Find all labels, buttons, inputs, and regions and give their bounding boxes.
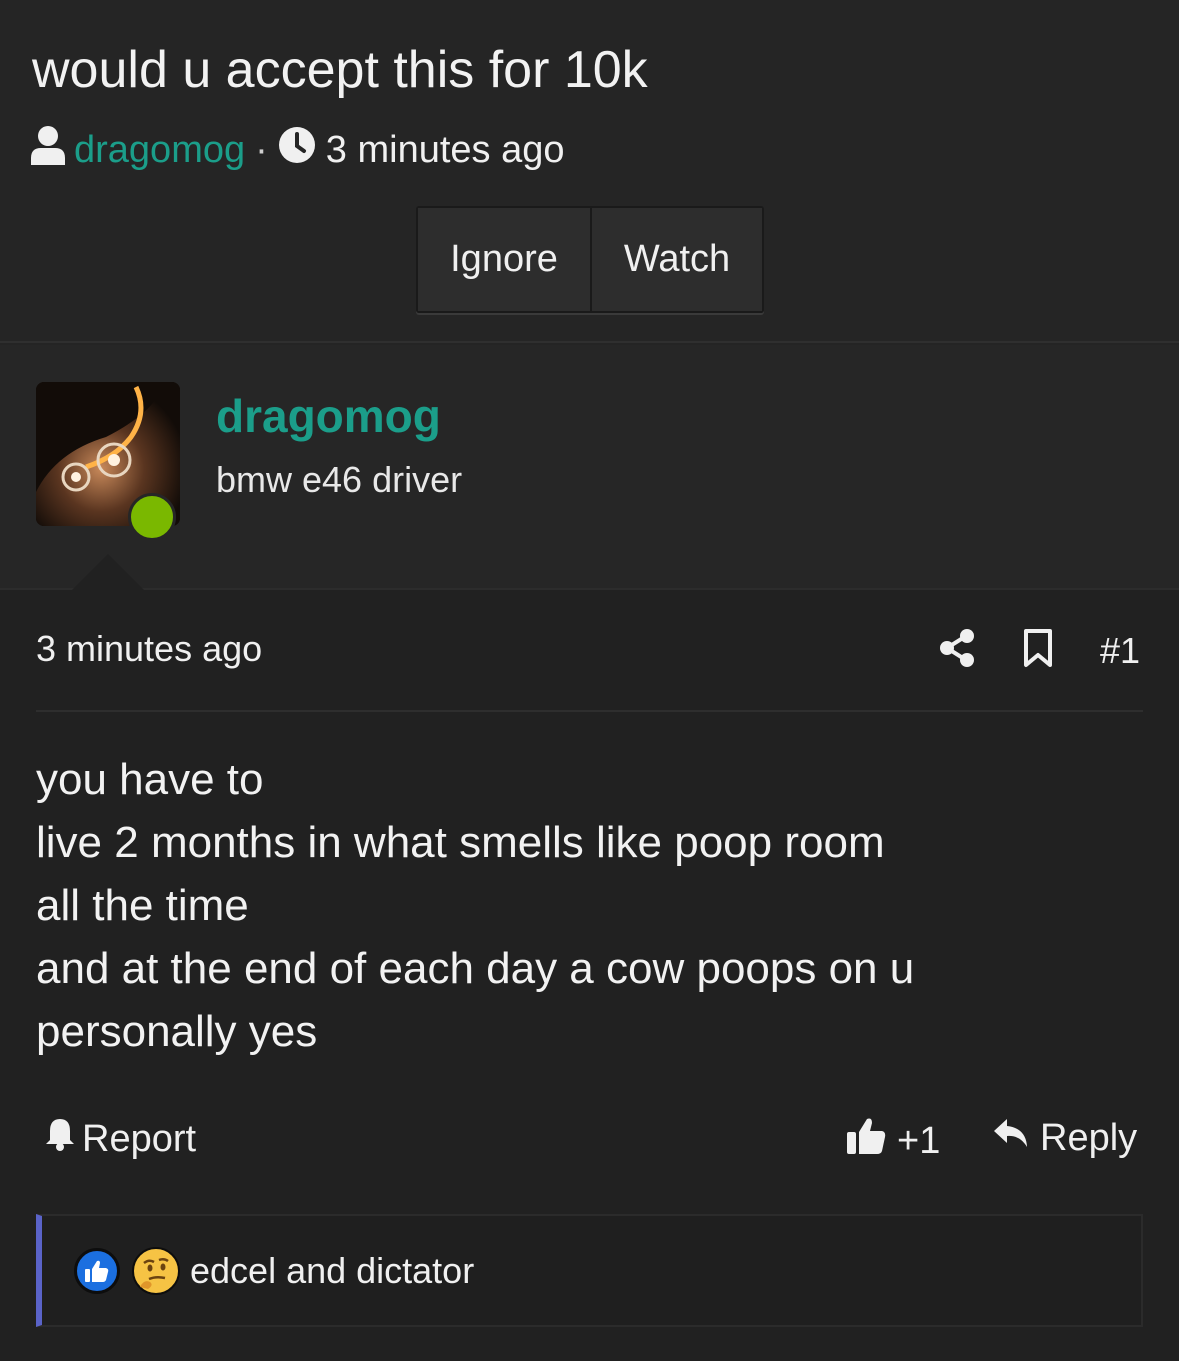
watch-button[interactable]: Watch: [590, 208, 762, 311]
like-reaction-icon: [74, 1247, 120, 1294]
thread-header: would u accept this for 10k dragomog · 3…: [0, 0, 1179, 343]
report-button[interactable]: Report: [44, 1116, 196, 1162]
bookmark-icon[interactable]: [1022, 628, 1054, 668]
divider: [36, 710, 1143, 712]
online-status-dot: [128, 493, 176, 541]
reactions-bar[interactable]: edcel and dictator: [36, 1214, 1143, 1327]
bell-icon: [44, 1116, 82, 1162]
meta-separator: ·: [255, 128, 268, 171]
post-message: you have to live 2 months in what smells…: [36, 748, 1136, 1063]
thinking-reaction-icon: [132, 1246, 180, 1295]
reply-button[interactable]: Reply: [992, 1116, 1137, 1160]
thread-title: would u accept this for 10k: [32, 41, 648, 99]
message-line: live 2 months in what smells like poop r…: [36, 818, 885, 867]
post-arrow: [72, 554, 144, 590]
like-count: +1: [897, 1119, 941, 1162]
thread-meta: dragomog · 3 minutes ago: [30, 126, 565, 174]
post-author-link[interactable]: dragomog: [216, 389, 441, 443]
like-button[interactable]: +1: [845, 1116, 940, 1166]
report-label: Report: [82, 1117, 197, 1160]
post-body: 3 minutes ago #1 you have to live 2 mont…: [0, 590, 1179, 1361]
post-time[interactable]: 3 minutes ago: [36, 628, 262, 670]
thread-time[interactable]: 3 minutes ago: [326, 129, 565, 172]
thumbs-up-icon: [845, 1116, 897, 1166]
message-line: personally yes: [36, 1007, 318, 1056]
reply-icon: [992, 1116, 1040, 1160]
post-user-block: dragomog bmw e46 driver: [0, 345, 1179, 588]
reaction-users[interactable]: edcel and dictator: [190, 1250, 474, 1292]
post-actions: Report +1 Reply: [0, 1112, 1179, 1168]
thread-action-buttons: Ignore Watch: [416, 206, 764, 313]
ignore-button[interactable]: Ignore: [418, 208, 590, 311]
user-icon: [30, 125, 66, 175]
share-icon[interactable]: [938, 628, 976, 668]
user-title: bmw e46 driver: [216, 459, 463, 500]
thread-author-link[interactable]: dragomog: [74, 129, 245, 172]
message-line: you have to: [36, 755, 264, 804]
message-line: all the time: [36, 881, 249, 930]
clock-icon: [278, 126, 316, 174]
post-number[interactable]: #1: [1100, 630, 1140, 672]
reply-label: Reply: [1040, 1116, 1138, 1159]
message-line: and at the end of each day a cow poops o…: [36, 944, 915, 993]
